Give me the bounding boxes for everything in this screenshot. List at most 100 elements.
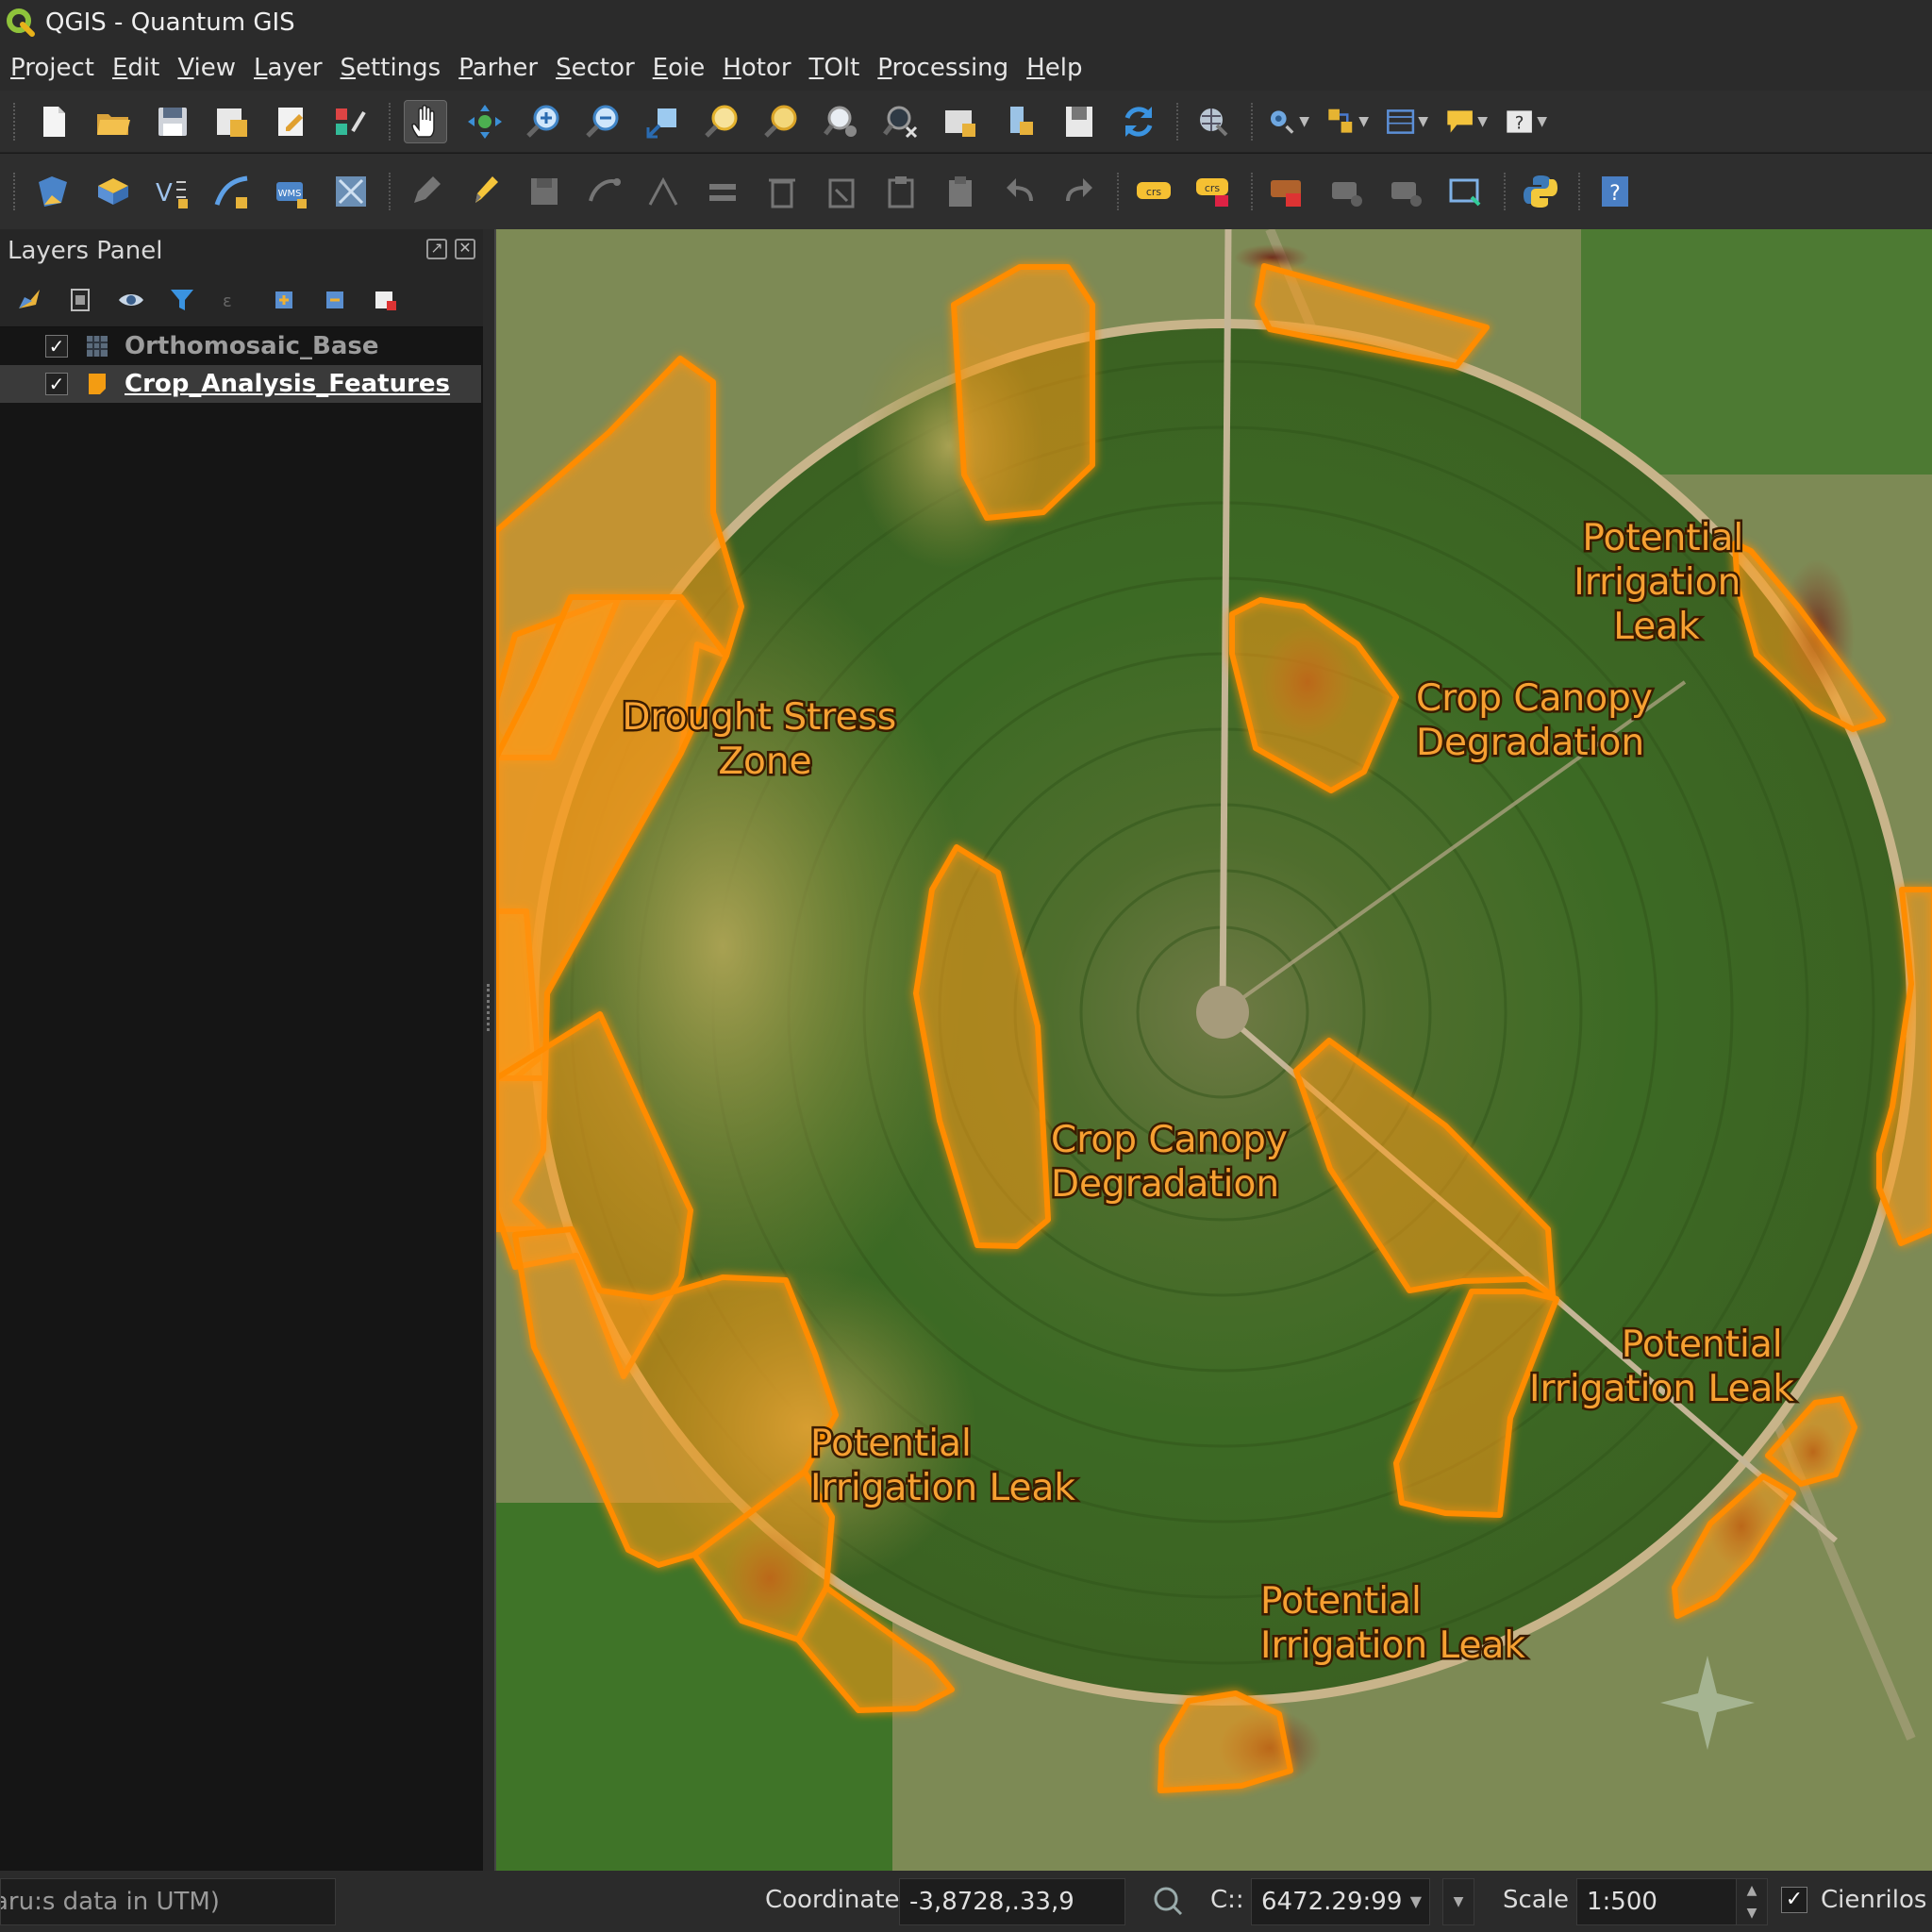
- feature-polygon[interactable]: [951, 264, 1095, 521]
- move-label-icon[interactable]: [1444, 170, 1488, 213]
- toolbar-separator: [1176, 102, 1178, 141]
- annotation-icon[interactable]: ▼: [1444, 100, 1488, 143]
- filter-legend-icon[interactable]: [166, 284, 198, 316]
- zoom-full-icon[interactable]: [641, 100, 685, 143]
- cut-features-icon[interactable]: [820, 170, 863, 213]
- crs-settings-icon[interactable]: crs: [1191, 170, 1235, 213]
- menu-edit[interactable]: Edit: [108, 54, 164, 82]
- menu-help[interactable]: Help: [1022, 54, 1087, 82]
- add-wms-icon[interactable]: WMS: [270, 170, 313, 213]
- zoom-in-icon[interactable]: [523, 100, 566, 143]
- python-console-icon[interactable]: [1519, 170, 1562, 213]
- close-icon[interactable]: ✕: [455, 239, 475, 259]
- pan-hand-icon[interactable]: [404, 99, 447, 143]
- node-tool-icon[interactable]: [701, 170, 744, 213]
- current-edits-icon[interactable]: [463, 170, 507, 213]
- layer-item-crop-analysis[interactable]: ✓ Crop_Analysis_Features: [0, 365, 481, 403]
- svg-text:crs: crs: [1205, 182, 1221, 194]
- crs-dropdown-button[interactable]: ▼: [1442, 1878, 1474, 1925]
- add-vector-layer-icon[interactable]: [32, 170, 75, 213]
- new-map-view-icon[interactable]: [939, 100, 982, 143]
- layer-visibility-checkbox[interactable]: ✓: [45, 335, 68, 358]
- toolbar-separator: [1251, 102, 1253, 141]
- new-project-icon[interactable]: [32, 100, 75, 143]
- style-manager-icon[interactable]: [329, 100, 373, 143]
- layer-name: Crop_Analysis_Features: [125, 370, 451, 398]
- scale-spinner[interactable]: ▲ ▼: [1736, 1878, 1768, 1925]
- pan-to-selection-icon[interactable]: [463, 100, 507, 143]
- undo-icon[interactable]: [998, 170, 1041, 213]
- toolbar-grip[interactable]: [13, 173, 19, 210]
- new-bookmark-icon[interactable]: [998, 100, 1041, 143]
- add-spatialite-icon[interactable]: [210, 170, 254, 213]
- statistics-icon[interactable]: ▼: [1325, 100, 1369, 143]
- zoom-next-icon[interactable]: [879, 100, 923, 143]
- layer-item-orthomosaic[interactable]: ✓ Orthomosaic_Base: [0, 327, 481, 365]
- menu-eoie[interactable]: Eoie: [648, 54, 710, 82]
- zoom-out-icon[interactable]: [582, 100, 625, 143]
- scale-label: Scale: [1503, 1886, 1569, 1914]
- menu-project[interactable]: Project: [6, 54, 99, 82]
- redo-icon[interactable]: [1058, 170, 1101, 213]
- save-as-icon[interactable]: [210, 100, 254, 143]
- identify-features-icon[interactable]: [1191, 100, 1235, 143]
- add-group-icon[interactable]: [64, 284, 96, 316]
- filter-by-expression-icon[interactable]: ε: [217, 284, 249, 316]
- toggle-editing-icon[interactable]: [404, 170, 447, 213]
- polygon-layer-icon: [89, 374, 106, 394]
- add-feature-icon[interactable]: [582, 170, 625, 213]
- panel-splitter[interactable]: [483, 229, 494, 1871]
- add-wcs-icon[interactable]: [329, 170, 373, 213]
- render-checkbox[interactable]: ✓: [1781, 1887, 1807, 1913]
- open-layer-styling-icon[interactable]: [13, 284, 45, 316]
- layers-panel: Layers Panel ↗ ✕ ε ✓ Orthomosaic_Base ✓ …: [0, 229, 483, 1871]
- map-canvas[interactable]: Drought Stress Zone Crop Canopy Degradat…: [494, 229, 1932, 1871]
- zoom-to-layer-icon[interactable]: [760, 100, 804, 143]
- coordinate-field[interactable]: -3,8728,.33,9 UTM): [899, 1878, 1125, 1925]
- save-edits-icon[interactable]: [523, 170, 566, 213]
- toolbar-separator: [1251, 173, 1253, 210]
- zoom-to-selection-icon[interactable]: [701, 100, 744, 143]
- crs-label-icon[interactable]: crs: [1132, 170, 1175, 213]
- chevron-down-icon[interactable]: ▼: [1410, 1879, 1422, 1924]
- copy-features-icon[interactable]: [879, 170, 923, 213]
- collapse-all-icon[interactable]: [319, 284, 351, 316]
- pin-labels-icon[interactable]: [1325, 170, 1369, 213]
- remove-layer-icon[interactable]: [370, 284, 402, 316]
- paste-features-icon[interactable]: [939, 170, 982, 213]
- layer-editing-toolbar: V WMS crs crs ?: [0, 154, 1932, 229]
- show-bookmarks-icon[interactable]: [1058, 100, 1101, 143]
- menu-processing[interactable]: Processing: [873, 54, 1013, 82]
- menu-sector[interactable]: Sector: [551, 54, 640, 82]
- crs-field[interactable]: 6472.29:99 ▼: [1251, 1878, 1430, 1925]
- print-layout-icon[interactable]: [270, 100, 313, 143]
- add-raster-layer-icon[interactable]: [92, 170, 135, 213]
- menu-view[interactable]: View: [173, 54, 241, 82]
- manage-visibility-icon[interactable]: [115, 284, 147, 316]
- help-icon[interactable]: ? ▼: [1504, 100, 1547, 143]
- menu-settings[interactable]: Settings: [336, 54, 446, 82]
- undock-icon[interactable]: ↗: [426, 239, 447, 259]
- show-hide-labels-icon[interactable]: [1385, 170, 1428, 213]
- whats-this-icon[interactable]: ?: [1593, 170, 1637, 213]
- delete-selected-icon[interactable]: [760, 170, 804, 213]
- menu-parher[interactable]: Parher: [454, 54, 542, 82]
- status-bar: aru:s data in UTM) Coordinate -3,8728,.3…: [0, 1871, 1932, 1932]
- move-feature-icon[interactable]: [641, 170, 685, 213]
- menu-tolt[interactable]: TOlt: [805, 54, 865, 82]
- add-delimited-text-icon[interactable]: V: [151, 170, 194, 213]
- layer-visibility-checkbox[interactable]: ✓: [45, 373, 68, 395]
- measure-icon[interactable]: ▼: [1385, 100, 1428, 143]
- open-project-icon[interactable]: [92, 100, 135, 143]
- expand-all-icon[interactable]: [268, 284, 300, 316]
- menu-hotor[interactable]: Hotor: [718, 54, 795, 82]
- menu-layer[interactable]: Layer: [249, 54, 327, 82]
- refresh-icon[interactable]: [1117, 100, 1160, 143]
- crs-toggle-icon[interactable]: [1151, 1884, 1185, 1918]
- zoom-last-icon[interactable]: [820, 100, 863, 143]
- scale-field[interactable]: 1:500: [1576, 1878, 1742, 1925]
- attribute-table-icon[interactable]: ▼: [1266, 100, 1309, 143]
- toolbar-grip[interactable]: [13, 102, 19, 141]
- save-project-icon[interactable]: [151, 100, 194, 143]
- label-tool-icon[interactable]: [1266, 170, 1309, 213]
